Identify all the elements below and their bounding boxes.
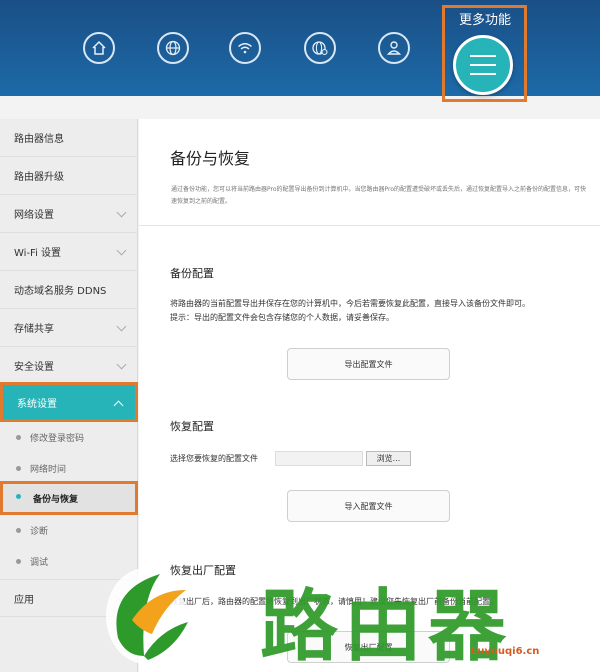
- restore-file-input[interactable]: [275, 451, 363, 466]
- divider: [139, 225, 600, 226]
- sidebar-item-apps[interactable]: 应用: [0, 579, 138, 617]
- factory-reset-description: 恢复出厂后，路由器的配置将恢复到出厂状态，请慎用！建议您先恢复出厂前备份当前配置…: [170, 597, 498, 606]
- sidebar-item-router-info[interactable]: 路由器信息: [0, 119, 138, 157]
- sidebar-item-router-upgrade[interactable]: 路由器升级: [0, 157, 138, 195]
- sidebar-item-wifi-settings[interactable]: Wi-Fi 设置: [0, 233, 138, 271]
- sidebar-subitem-label: 备份与恢复: [33, 494, 79, 505]
- globe-icon: [165, 40, 181, 56]
- sidebar-item-ddns[interactable]: 动态域名服务 DDNS: [0, 271, 138, 309]
- sidebar-item-system-settings[interactable]: 系统设置: [0, 382, 138, 422]
- bullet-icon: [16, 528, 21, 533]
- sidebar-item-label: 路由器信息: [14, 134, 64, 145]
- chevron-down-icon: [116, 592, 127, 603]
- sidebar-subitem-label: 网络时间: [30, 465, 67, 475]
- nav-internet-button[interactable]: [157, 32, 189, 64]
- nav-account-button[interactable]: [378, 32, 410, 64]
- browse-button[interactable]: 浏览...: [366, 451, 411, 466]
- sidebar-subitem-backup-restore[interactable]: 备份与恢复: [0, 481, 138, 515]
- sidebar-item-label: 系统设置: [17, 398, 57, 410]
- sidebar-subitem-label: 修改登录密码: [30, 434, 85, 444]
- sidebar-subitem-diagnostics[interactable]: 诊断: [0, 515, 138, 546]
- chevron-up-icon: [113, 400, 124, 411]
- sidebar-item-label: 应用: [14, 594, 34, 606]
- page-description: 通过备份功能，您可以将当前路由器Pro的配置导出备份到计算机中。当您路由器Pro…: [171, 186, 587, 205]
- nav-wifi-button[interactable]: [229, 32, 261, 64]
- sidebar-item-label: 安全设置: [14, 362, 54, 373]
- nav-network-settings-button[interactable]: [304, 32, 336, 64]
- restore-file-label: 选择您要恢复的配置文件: [170, 454, 258, 463]
- nav-home-button[interactable]: [83, 32, 115, 64]
- globe-settings-icon: [312, 41, 328, 56]
- main-content: 备份与恢复 通过备份功能，您可以将当前路由器Pro的配置导出备份到计算机中。当您…: [139, 119, 600, 672]
- sidebar-item-storage-share[interactable]: 存储共享: [0, 309, 138, 347]
- bullet-icon: [16, 559, 21, 564]
- sidebar-subitem-change-password[interactable]: 修改登录密码: [0, 422, 138, 453]
- import-config-button[interactable]: 导入配置文件: [287, 490, 450, 522]
- bullet-icon: [16, 466, 21, 471]
- sidebar-subitem-label: 诊断: [30, 527, 49, 537]
- bullet-icon: [16, 494, 21, 499]
- factory-reset-section-title: 恢复出厂配置: [170, 564, 236, 577]
- page-title: 备份与恢复: [170, 149, 251, 168]
- chevron-down-icon: [116, 207, 127, 218]
- home-icon: [92, 40, 106, 55]
- backup-tip: 提示：导出的配置文件会包含存储您的个人数据，请妥善保存。: [170, 313, 394, 322]
- backup-section-title: 备份配置: [170, 267, 214, 280]
- chevron-down-icon: [116, 321, 127, 332]
- sidebar-item-security[interactable]: 安全设置: [0, 347, 138, 385]
- restore-section-title: 恢复配置: [170, 420, 214, 433]
- factory-reset-button[interactable]: 恢复出厂配置: [287, 631, 450, 663]
- sidebar-subitem-debug[interactable]: 调试: [0, 546, 138, 577]
- user-icon: [386, 41, 402, 55]
- sidebar-item-network-settings[interactable]: 网络设置: [0, 195, 138, 233]
- sidebar-item-label: 路由器升级: [14, 172, 64, 183]
- export-config-button[interactable]: 导出配置文件: [287, 348, 450, 380]
- more-features-button[interactable]: [453, 35, 513, 95]
- backup-description: 将路由器的当前配置导出并保存在您的计算机中，今后若需要恢复此配置，直接导入该备份…: [170, 299, 530, 308]
- chevron-down-icon: [116, 245, 127, 256]
- sidebar-item-label: Wi-Fi 设置: [14, 248, 62, 259]
- sidebar-item-label: 网络设置: [14, 210, 54, 221]
- menu-icon: [470, 55, 496, 75]
- sidebar: 路由器信息 路由器升级 网络设置 Wi-Fi 设置 动态域名服务 DDNS 存储…: [0, 119, 138, 672]
- bullet-icon: [16, 435, 21, 440]
- chevron-down-icon: [116, 359, 127, 370]
- sidebar-item-label: 动态域名服务 DDNS: [14, 286, 107, 297]
- sidebar-subitem-label: 调试: [30, 558, 49, 568]
- sidebar-item-label: 存储共享: [14, 324, 54, 335]
- wifi-icon: [238, 43, 252, 54]
- sidebar-subitem-network-time[interactable]: 网络时间: [0, 453, 138, 484]
